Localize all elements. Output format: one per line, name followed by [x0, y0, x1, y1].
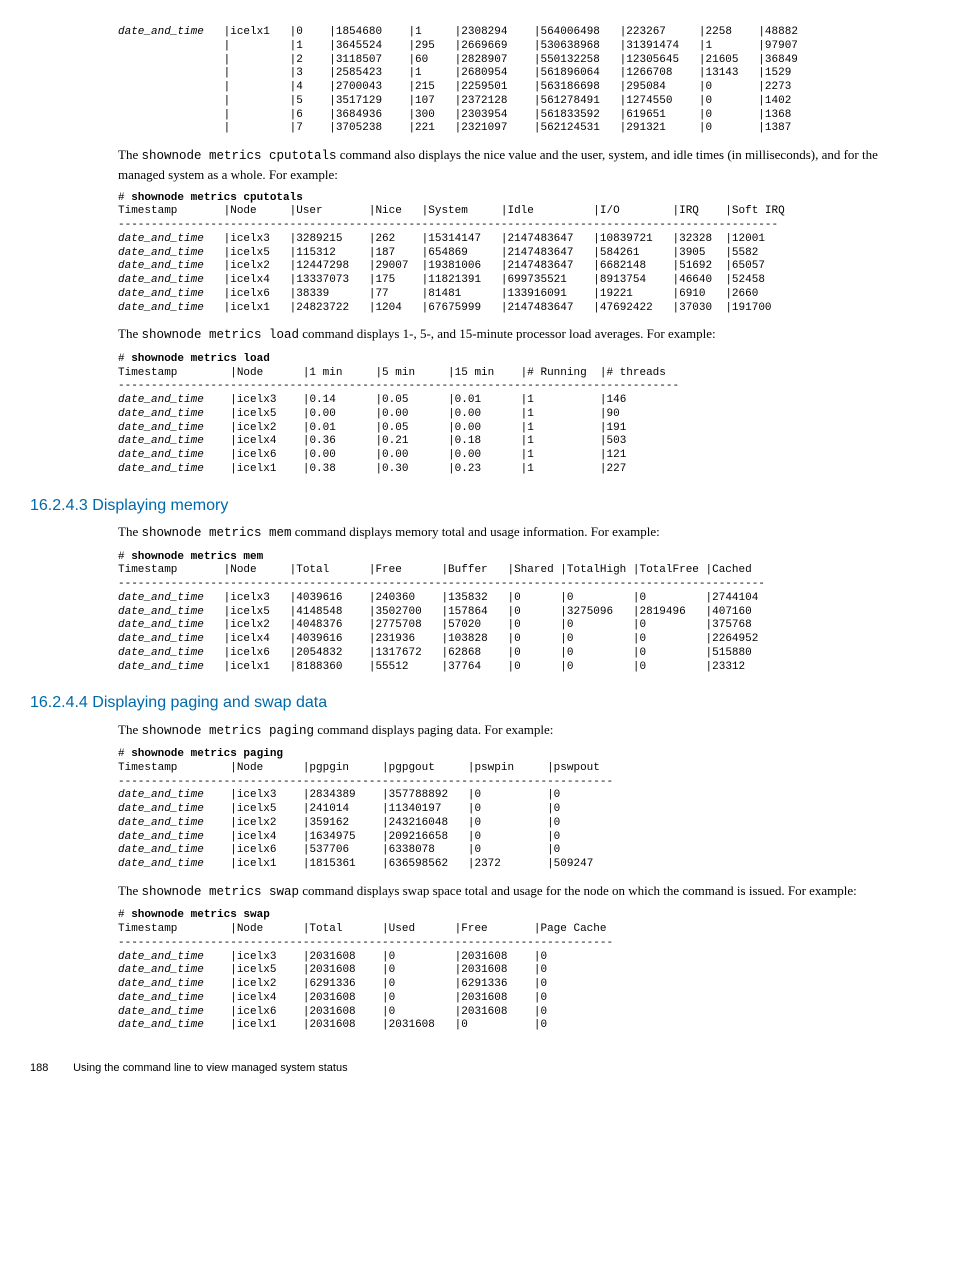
cputotals-intro: The shownode metrics cputotals command a… [118, 146, 924, 184]
page-number: 188 [30, 1061, 70, 1076]
para1cmd: shownode metrics cputotals [141, 149, 336, 163]
mem-intro: The shownode metrics mem command display… [118, 523, 924, 543]
para2a: The [118, 326, 141, 341]
para5a: The [118, 883, 141, 898]
para1a: The [118, 147, 141, 162]
para2b: command displays 1-, 5-, and 15-minute p… [299, 326, 716, 341]
swap-intro: The shownode metrics swap command displa… [118, 882, 924, 902]
footer-title: Using the command line to view managed s… [73, 1062, 348, 1074]
section-displaying-paging-swap: 16.2.4.4 Displaying paging and swap data [30, 692, 924, 714]
para5b: command displays swap space total and us… [299, 883, 857, 898]
load-intro: The shownode metrics load command displa… [118, 325, 924, 345]
para4a: The [118, 722, 141, 737]
para3cmd: shownode metrics mem [141, 526, 291, 540]
para4cmd: shownode metrics paging [141, 724, 314, 738]
top-cpu-table: date_and_time |icelx1 |0 |1854680 |1 |23… [118, 26, 924, 136]
paging-table: # shownode metrics paging Timestamp |Nod… [118, 748, 924, 872]
para5cmd: shownode metrics swap [141, 885, 299, 899]
para3a: The [118, 524, 141, 539]
paging-intro: The shownode metrics paging command disp… [118, 721, 924, 741]
swap-table: # shownode metrics swap Timestamp |Node … [118, 909, 924, 1033]
load-table: # shownode metrics load Timestamp |Node … [118, 353, 924, 477]
section-displaying-memory: 16.2.4.3 Displaying memory [30, 495, 924, 517]
para2cmd: shownode metrics load [141, 328, 299, 342]
cputotals-table: # shownode metrics cputotals Timestamp |… [118, 192, 924, 316]
mem-table: # shownode metrics mem Timestamp |Node |… [118, 551, 924, 675]
para3b: command displays memory total and usage … [292, 524, 660, 539]
page-footer: 188 Using the command line to view manag… [30, 1061, 924, 1076]
para4b: command displays paging data. For exampl… [314, 722, 553, 737]
